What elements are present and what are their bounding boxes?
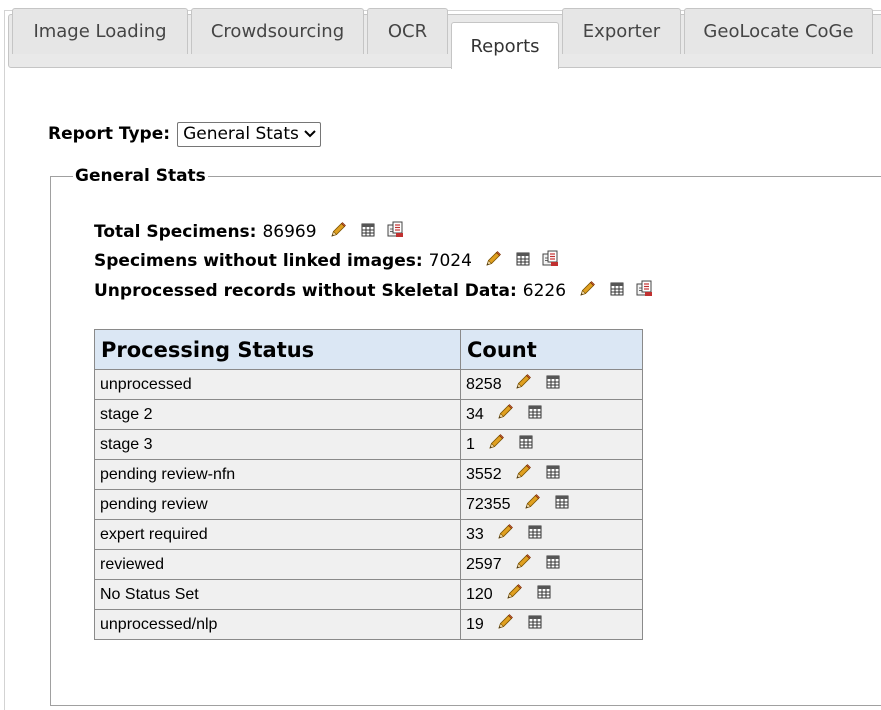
count-cell: 34: [460, 399, 643, 430]
stat-total-specimens: Total Specimens: 86969: [94, 220, 404, 244]
status-cell: stage 3: [94, 429, 461, 460]
count-value: 3552: [466, 465, 502, 483]
status-cell: stage 2: [94, 399, 461, 430]
stat-specimens-without-images: Specimens without linked images: 7024: [94, 249, 559, 273]
count-cell: 8258: [460, 369, 643, 400]
stat-value: 7024: [428, 251, 472, 271]
column-header-count: Count: [460, 329, 643, 370]
report-type-label: Report Type:: [48, 124, 171, 144]
pencil-icon[interactable]: [496, 403, 514, 426]
table-row: No Status Set 120: [94, 579, 643, 610]
count-value: 33: [466, 525, 484, 543]
stat-label: Unprocessed records without Skeletal Dat…: [94, 281, 517, 301]
count-value: 72355: [466, 495, 511, 513]
pencil-icon[interactable]: [514, 463, 532, 486]
pencil-icon[interactable]: [487, 433, 505, 456]
table-row: reviewed 2597: [94, 549, 643, 580]
pencil-icon[interactable]: [484, 250, 502, 273]
status-cell: unprocessed: [94, 369, 461, 400]
status-cell: pending review-nfn: [94, 459, 461, 490]
pencil-icon[interactable]: [514, 373, 532, 396]
status-cell: reviewed: [94, 549, 461, 580]
copy-records-icon[interactable]: [542, 250, 559, 272]
count-cell: 72355: [460, 489, 643, 520]
table-icon[interactable]: [610, 281, 624, 301]
table-row: stage 3 1: [94, 429, 643, 460]
table-row: unprocessed/nlp 19: [94, 609, 643, 640]
table-icon[interactable]: [528, 405, 542, 424]
tab-ocr[interactable]: OCR: [367, 8, 448, 54]
status-cell: expert required: [94, 519, 461, 550]
count-value: 120: [466, 585, 493, 603]
table-row: pending review 72355: [94, 489, 643, 520]
tab-crowdsourcing[interactable]: Crowdsourcing: [191, 8, 364, 54]
table-row: pending review-nfn 3552: [94, 459, 643, 490]
general-stats-legend: General Stats: [75, 166, 206, 186]
count-cell: 1: [460, 429, 643, 460]
chevron-down-icon: [304, 130, 316, 138]
count-cell: 3552: [460, 459, 643, 490]
status-cell: unprocessed/nlp: [94, 609, 461, 640]
tab-reports[interactable]: Reports: [451, 22, 559, 69]
count-value: 2597: [466, 555, 502, 573]
stat-label: Specimens without linked images:: [94, 251, 423, 271]
table-icon[interactable]: [537, 585, 551, 604]
copy-records-icon[interactable]: [636, 280, 653, 302]
table-icon[interactable]: [528, 525, 542, 544]
copy-records-icon[interactable]: [387, 221, 404, 243]
table-icon[interactable]: [546, 375, 560, 394]
stat-value: 6226: [522, 281, 567, 301]
table-row: unprocessed 8258: [94, 369, 643, 400]
tab-image-loading[interactable]: Image Loading: [12, 8, 188, 54]
table-icon[interactable]: [519, 435, 533, 454]
table-icon[interactable]: [546, 465, 560, 484]
table-icon[interactable]: [546, 555, 560, 574]
count-value: 8258: [466, 375, 502, 393]
table-icon[interactable]: [516, 251, 530, 271]
count-cell: 33: [460, 519, 643, 550]
pencil-icon[interactable]: [496, 613, 514, 636]
status-cell: pending review: [94, 489, 461, 520]
pencil-icon[interactable]: [505, 583, 523, 606]
pencil-icon[interactable]: [496, 523, 514, 546]
tab-exporter[interactable]: Exporter: [562, 8, 681, 54]
report-type-row: Report Type: General Stats: [48, 121, 321, 147]
pencil-icon[interactable]: [514, 553, 532, 576]
pencil-icon[interactable]: [329, 221, 347, 244]
table-icon[interactable]: [528, 615, 542, 634]
report-type-value: General Stats: [183, 124, 299, 144]
count-value: 1: [466, 435, 475, 453]
pencil-icon[interactable]: [578, 280, 596, 303]
table-icon[interactable]: [361, 222, 375, 242]
pencil-icon[interactable]: [523, 493, 541, 516]
count-value: 19: [466, 615, 484, 633]
processing-status-table: Processing Status Count unprocessed 8258 s…: [94, 329, 643, 640]
count-cell: 2597: [460, 549, 643, 580]
report-type-select[interactable]: General Stats: [177, 121, 321, 147]
stat-unprocessed-without-skeletal: Unprocessed records without Skeletal Dat…: [94, 279, 653, 303]
tab-geolocate-coge[interactable]: GeoLocate CoGe: [684, 8, 873, 54]
count-cell: 19: [460, 609, 643, 640]
count-value: 34: [466, 405, 484, 423]
table-row: stage 2 34: [94, 399, 643, 430]
stat-label: Total Specimens:: [94, 222, 257, 242]
table-row: expert required 33: [94, 519, 643, 550]
count-cell: 120: [460, 579, 643, 610]
table-header-row: Processing Status Count: [94, 329, 643, 370]
status-cell: No Status Set: [94, 579, 461, 610]
stat-value: 86969: [262, 222, 317, 242]
column-header-status: Processing Status: [94, 329, 461, 370]
table-icon[interactable]: [555, 495, 569, 514]
